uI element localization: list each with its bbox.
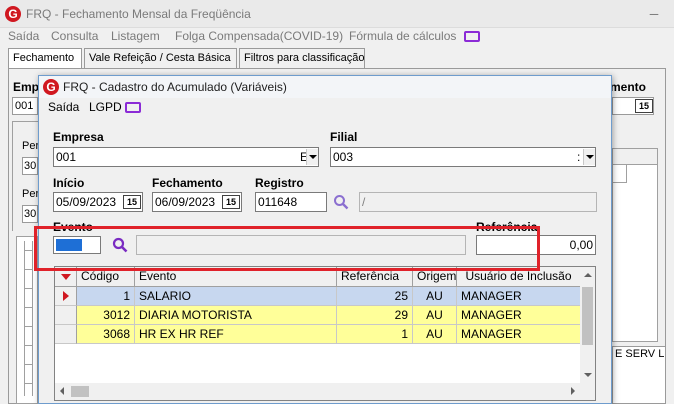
cell-usuario: MANAGER: [457, 306, 581, 325]
fechamento-date-field[interactable]: 06/09/2023 15: [152, 192, 242, 212]
cell-referencia: 1: [337, 325, 413, 344]
filial-dropdown-icon[interactable]: [583, 149, 595, 165]
empresa-dropdown-icon[interactable]: [306, 149, 318, 165]
menu-consulta[interactable]: Consulta: [51, 29, 98, 43]
horizontal-scroll-thumb[interactable]: [71, 386, 89, 397]
cell-codigo: 3012: [77, 306, 135, 325]
empresa-value: 001: [56, 150, 77, 164]
dialog-logo-icon: G: [43, 79, 59, 95]
bg-periodo1-label: Per: [22, 140, 40, 152]
bg-periodo2-label: Per: [22, 188, 40, 200]
acumulado-grid: Código Evento Referência Origem Usuário …: [54, 266, 596, 401]
inicio-label: Início: [53, 176, 85, 190]
fechamento-calendar-icon[interactable]: 15: [222, 195, 240, 209]
bg-right-text-box: E SERV L: [612, 346, 666, 404]
bg-fechamento-field[interactable]: 15: [612, 97, 654, 115]
filial-value: 003: [333, 150, 354, 164]
bg-periodo1-field[interactable]: 30: [22, 157, 38, 175]
vertical-scroll-thumb[interactable]: [582, 287, 593, 345]
bg-empresa-field[interactable]: 001: [12, 97, 38, 115]
app-logo-icon: G: [5, 6, 21, 22]
cell-origem: AU: [413, 325, 457, 344]
main-window-title: FRQ - Fechamento Mensal da Freqüência: [26, 7, 251, 21]
registro-label: Registro: [255, 176, 304, 190]
minimize-icon[interactable]: ─: [640, 5, 668, 23]
scroll-right-icon[interactable]: [571, 387, 575, 395]
bg-periodo2-field[interactable]: 30: [22, 205, 38, 223]
dialog-titlebar: G FRQ - Cadastro do Acumulado (Variáveis…: [39, 76, 611, 98]
cell-codigo: 1: [77, 287, 135, 306]
inicio-calendar-icon[interactable]: 15: [123, 195, 141, 209]
cell-referencia: 25: [337, 287, 413, 306]
tab-filtros-classificacao[interactable]: Filtros para classificação: [239, 48, 365, 68]
dialog-title: FRQ - Cadastro do Acumulado (Variáveis): [63, 80, 287, 94]
inicio-date-field[interactable]: 05/09/2023 15: [53, 192, 143, 212]
cell-codigo: 3068: [77, 325, 135, 344]
fechamento-value: 06/09/2023: [155, 195, 216, 209]
table-row[interactable]: 1 SALARIO 25 AU MANAGER: [55, 287, 581, 306]
cell-origem: AU: [413, 287, 457, 306]
registro-search-icon[interactable]: [333, 194, 349, 210]
filial-partial-text: :: [577, 150, 581, 164]
current-row-arrow-icon: [63, 291, 69, 301]
bg-fechamento-label: mento: [610, 80, 646, 94]
table-row[interactable]: 3068 HR EX HR REF 1 AU MANAGER: [55, 325, 581, 344]
dialog-menu-lgpd[interactable]: LGPD: [89, 100, 122, 114]
cell-evento: DIARIA MOTORISTA: [135, 306, 337, 325]
cell-referencia: 29: [337, 306, 413, 325]
empresa-label: Empresa: [53, 130, 104, 144]
annotation-highlight-box: [34, 226, 540, 271]
table-row[interactable]: 3012 DIARIA MOTORISTA 29 AU MANAGER: [55, 306, 581, 325]
cell-usuario: MANAGER: [457, 325, 581, 344]
bg-right-text: E SERV L: [615, 348, 665, 360]
cell-origem: AU: [413, 306, 457, 325]
row-indicator[interactable]: [55, 287, 77, 306]
scroll-down-icon[interactable]: [584, 373, 592, 377]
dialog-chat-icon[interactable]: [125, 102, 141, 113]
menu-folga-compensada[interactable]: Folga Compensada(COVID-19): [175, 29, 343, 43]
row-indicator[interactable]: [55, 325, 77, 344]
calendar-icon[interactable]: 15: [635, 99, 653, 113]
dialog-menu-saida[interactable]: Saída: [48, 100, 79, 114]
tab-fechamento[interactable]: Fechamento: [8, 48, 82, 69]
scroll-left-icon[interactable]: [60, 387, 64, 395]
empresa-select[interactable]: 001 E: [53, 147, 319, 167]
fechamento-label: Fechamento: [152, 176, 223, 190]
bg-right-grid: [612, 148, 658, 342]
inicio-value: 05/09/2023: [56, 195, 117, 209]
row-indicator[interactable]: [55, 306, 77, 325]
cell-usuario: MANAGER: [457, 287, 581, 306]
sort-down-icon: [60, 274, 71, 280]
filial-label: Filial: [330, 130, 358, 144]
cell-evento: HR EX HR REF: [135, 325, 337, 344]
menu-saida[interactable]: Saída: [8, 29, 39, 43]
bg-empresa-label: Emp: [13, 80, 40, 94]
scroll-up-icon[interactable]: [584, 273, 592, 277]
main-menubar: Saída Consulta Listagem Folga Compensada…: [0, 28, 674, 46]
cell-evento: SALARIO: [135, 287, 337, 306]
tab-vale-refeicao[interactable]: Vale Refeição / Cesta Básica: [84, 48, 237, 68]
menu-listagem[interactable]: Listagem: [111, 29, 160, 43]
filial-select[interactable]: 003 :: [330, 147, 596, 167]
grid-vertical-scrollbar[interactable]: [580, 267, 595, 384]
grid-horizontal-scrollbar[interactable]: [55, 383, 595, 400]
main-window-titlebar: G FRQ - Fechamento Mensal da Freqüência …: [0, 0, 674, 28]
chat-icon[interactable]: [464, 31, 480, 42]
registro-field[interactable]: 011648: [255, 192, 327, 212]
menu-formula-calculos[interactable]: Fórmula de cálculos: [349, 29, 456, 43]
registro-description-field: /: [359, 192, 597, 212]
